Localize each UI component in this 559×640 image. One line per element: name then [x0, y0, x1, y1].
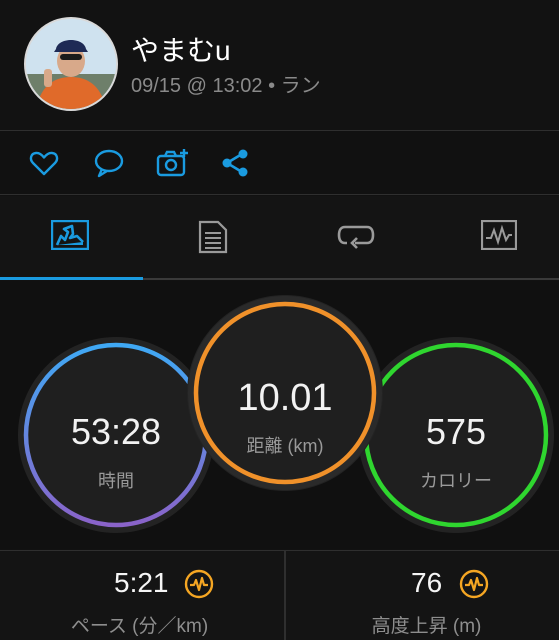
action-bar — [0, 131, 559, 193]
pace-label: ペース (分／km) — [70, 616, 209, 637]
time-value: 53:28 — [70, 411, 162, 452]
tab-stats[interactable] — [0, 196, 140, 280]
stats-panel: 53:28 時間 575 カロリー 10.01 距離 (km) — [0, 281, 559, 549]
elevation-cell[interactable]: 76 高度上昇 (m) — [287, 551, 559, 640]
activity-meta: 09/15 @ 13:02 • ラン — [131, 75, 321, 97]
tab-details[interactable] — [143, 196, 283, 280]
calories-label: カロリー — [420, 471, 492, 491]
heart-icon[interactable] — [28, 147, 60, 179]
distance-value: 10.01 — [237, 377, 333, 419]
pace-value: 5:21 — [114, 567, 169, 598]
tab-laps[interactable] — [286, 196, 426, 280]
time-label: 時間 — [98, 471, 134, 491]
details-tab-icon — [198, 220, 228, 254]
comment-icon[interactable] — [93, 147, 125, 179]
calories-value: 575 — [425, 411, 487, 452]
summary-bar: 5:21 ペース (分／km) 76 高度上昇 (m) — [0, 551, 559, 640]
time-ring: 53:28 時間 — [18, 337, 214, 533]
elevation-label: 高度上昇 (m) — [371, 616, 482, 637]
tab-charts[interactable] — [429, 196, 559, 280]
distance-ring: 10.01 距離 (km) — [187, 295, 383, 491]
summary-divider — [284, 551, 286, 640]
distance-label: 距離 (km) — [246, 436, 324, 456]
chart-tab-icon — [481, 220, 517, 250]
share-icon[interactable] — [219, 147, 251, 179]
avatar-photo — [26, 19, 116, 109]
divider — [0, 194, 559, 195]
stats-tab-icon — [51, 220, 89, 250]
elevation-chart-icon[interactable] — [459, 569, 489, 599]
tab-bar — [0, 196, 559, 280]
avatar[interactable] — [24, 17, 118, 111]
pace-cell[interactable]: 5:21 ペース (分／km) — [0, 551, 279, 640]
active-tab-indicator — [0, 277, 143, 280]
calories-ring: 575 カロリー — [358, 337, 554, 533]
user-name[interactable]: やまむu — [131, 29, 231, 69]
activity-header: やまむu 09/15 @ 13:02 • ラン — [0, 0, 559, 130]
laps-tab-icon — [337, 225, 375, 249]
pace-chart-icon[interactable] — [184, 569, 214, 599]
add-photo-icon[interactable] — [156, 147, 188, 179]
elevation-value: 76 — [411, 567, 443, 598]
